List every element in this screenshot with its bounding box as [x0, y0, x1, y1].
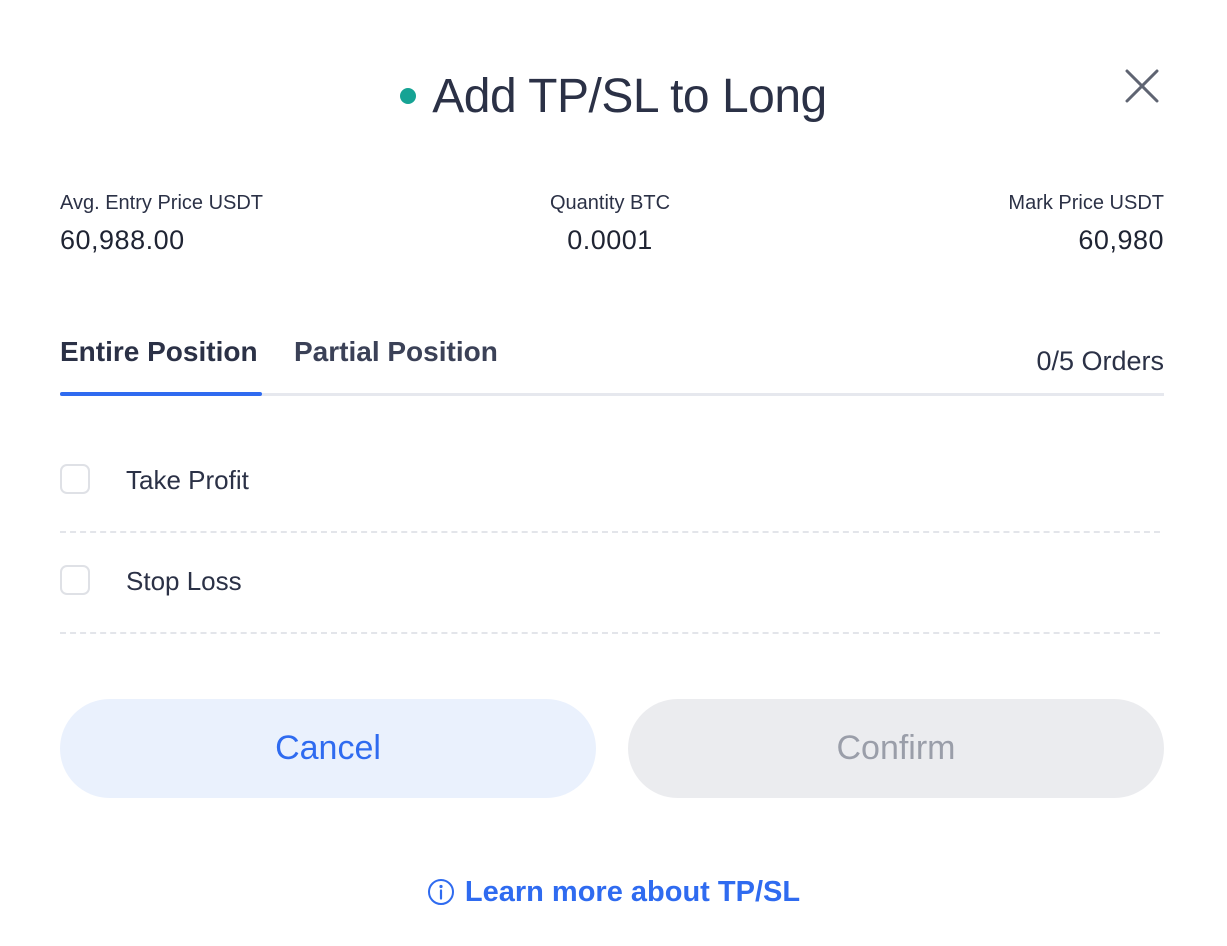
quantity-stat: Quantity BTC 0.0001 — [460, 192, 760, 256]
long-status-dot — [400, 88, 417, 104]
mark-price-value: 60,980 — [1078, 225, 1164, 255]
modal-header: Add TP/SL to Long — [0, 62, 1227, 130]
quantity-value: 0.0001 — [567, 225, 653, 255]
entry-price-label: Avg. Entry Price USDT — [60, 192, 264, 214]
stop-loss-checkbox[interactable] — [60, 565, 90, 595]
tab-partial-position[interactable]: Partial Position — [294, 336, 498, 368]
learn-more-text: Learn more about TP/SL — [464, 875, 801, 908]
mark-price-stat: Mark Price USDT 60,980 — [1008, 192, 1164, 256]
mark-price-label: Mark Price USDT — [1008, 192, 1164, 214]
confirm-button[interactable]: Confirm — [628, 699, 1164, 798]
info-icon — [427, 879, 454, 905]
modal-title: Add TP/SL to Long — [432, 69, 827, 123]
learn-more-link[interactable]: Learn more about TP/SL — [0, 870, 1227, 914]
active-tab-indicator — [60, 392, 262, 396]
take-profit-checkbox[interactable] — [60, 464, 90, 494]
position-tabs: Entire Position Partial Position 0/5 Ord… — [60, 336, 1164, 398]
title-wrap: Add TP/SL to Long — [0, 62, 1227, 130]
entry-price-stat: Avg. Entry Price USDT 60,988.00 — [60, 192, 263, 256]
cancel-button[interactable]: Cancel — [60, 699, 596, 798]
take-profit-label[interactable]: Take Profit — [126, 465, 249, 496]
tab-entire-position[interactable]: Entire Position — [60, 336, 258, 368]
close-icon — [1125, 69, 1159, 103]
entry-price-value: 60,988.00 — [60, 225, 185, 255]
position-stats: Avg. Entry Price USDT 60,988.00 Quantity… — [60, 192, 1164, 262]
stop-loss-row: Stop Loss — [60, 532, 1160, 634]
stop-loss-label[interactable]: Stop Loss — [126, 566, 242, 597]
tpsl-modal: Add TP/SL to Long Avg. Entry Price USDT … — [0, 0, 1227, 946]
orders-count: 0/5 Orders — [1036, 346, 1164, 376]
quantity-label: Quantity BTC — [549, 192, 671, 214]
close-button[interactable] — [1122, 66, 1162, 106]
take-profit-row: Take Profit — [60, 431, 1160, 533]
